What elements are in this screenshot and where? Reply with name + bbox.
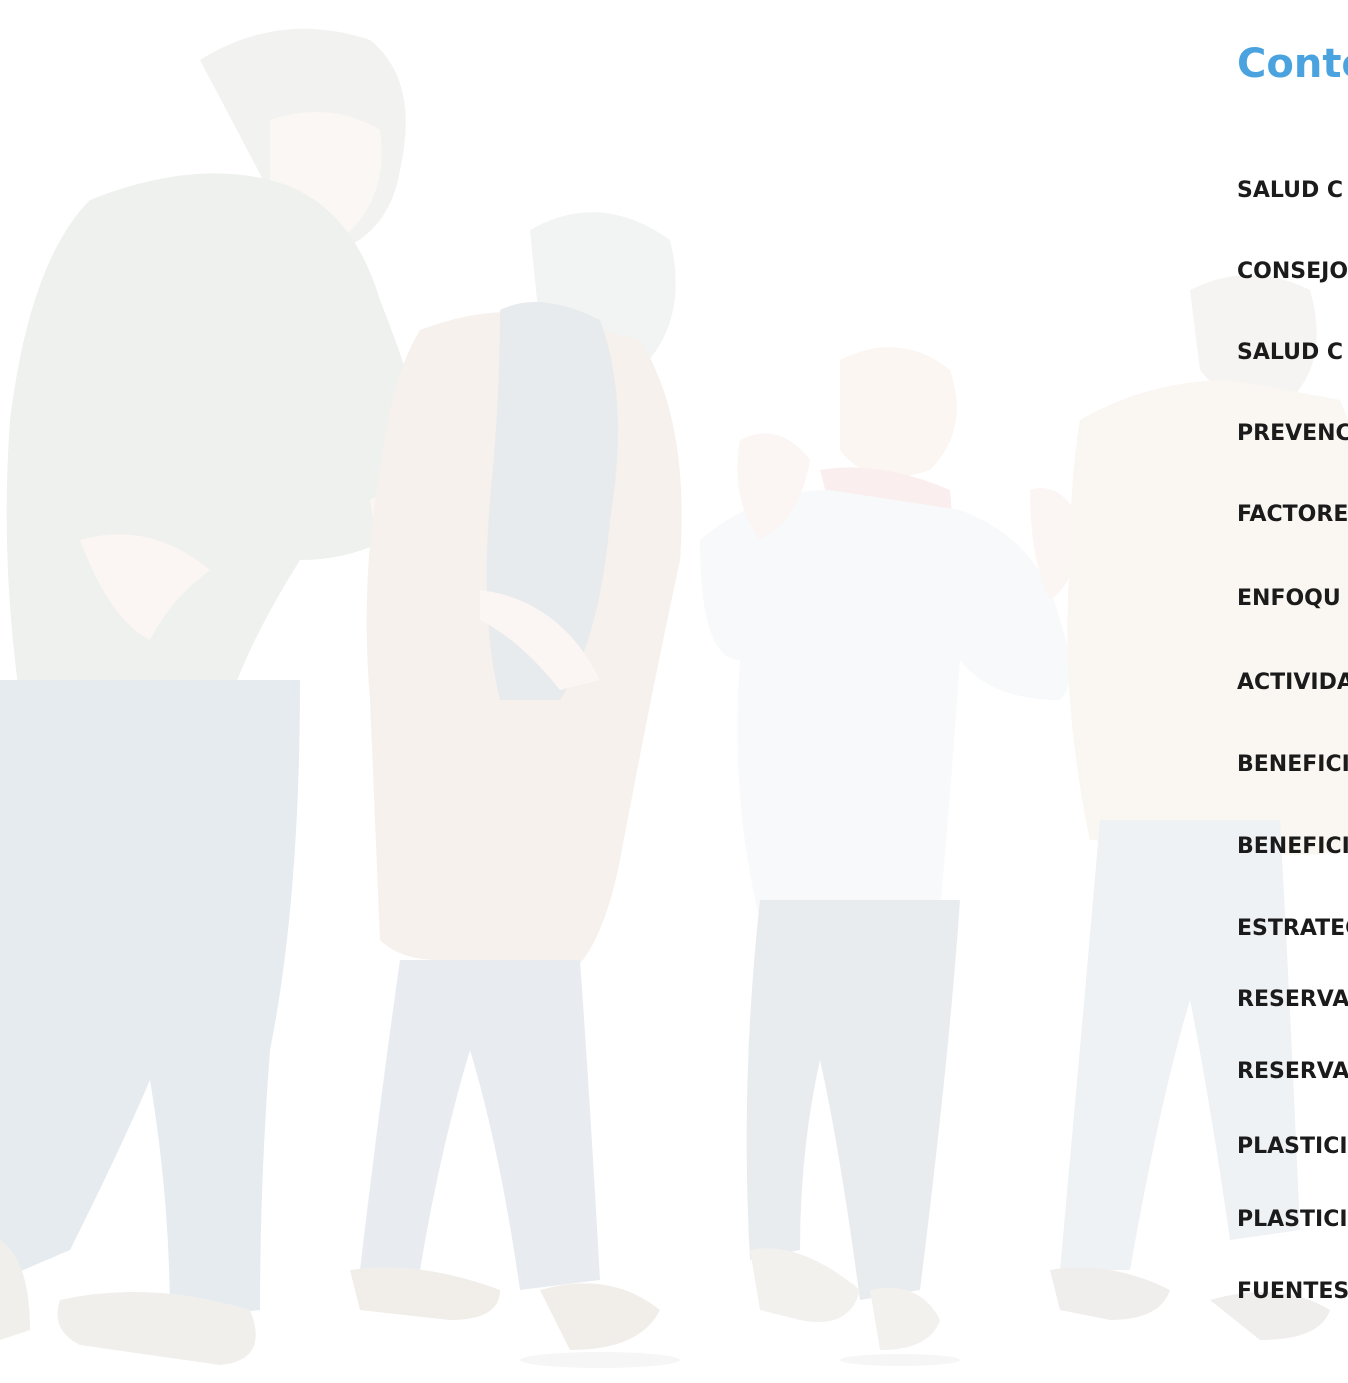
toc-link[interactable]: PREVENC [1237, 419, 1348, 449]
toc-link[interactable]: PLASTICI [1237, 1132, 1348, 1162]
table-of-contents: Conte SALUD C CONSEJO SALUD C PREVENC FA… [1237, 0, 1348, 1383]
toc-link[interactable]: SALUD C [1237, 176, 1343, 206]
woman-coat-figure [350, 212, 682, 1350]
toc-link[interactable]: ACTIVIDA [1237, 668, 1348, 698]
toc-link[interactable]: RESERVA [1237, 1057, 1348, 1087]
toc-link[interactable]: SALUD C [1237, 338, 1343, 368]
toc-link[interactable]: ENFOQU [1237, 584, 1341, 614]
toc-link[interactable]: PLASTICI [1237, 1205, 1348, 1235]
toc-link[interactable]: CONSEJO [1237, 257, 1348, 287]
toc-title: Conte [1237, 41, 1348, 87]
elderly-group-illustration [0, 28, 1348, 1368]
woman-scarf-figure [700, 347, 1080, 1350]
toc-link[interactable]: FACTORE [1237, 500, 1348, 530]
toc-link[interactable]: ESTRATEG [1237, 914, 1348, 944]
toc-link[interactable]: BENEFICI [1237, 750, 1348, 780]
toc-link[interactable]: RESERVA [1237, 985, 1348, 1015]
toc-link[interactable]: FUENTES [1237, 1277, 1348, 1307]
toc-link[interactable]: BENEFICI [1237, 832, 1348, 862]
page: Conte SALUD C CONSEJO SALUD C PREVENC FA… [0, 0, 1348, 1383]
